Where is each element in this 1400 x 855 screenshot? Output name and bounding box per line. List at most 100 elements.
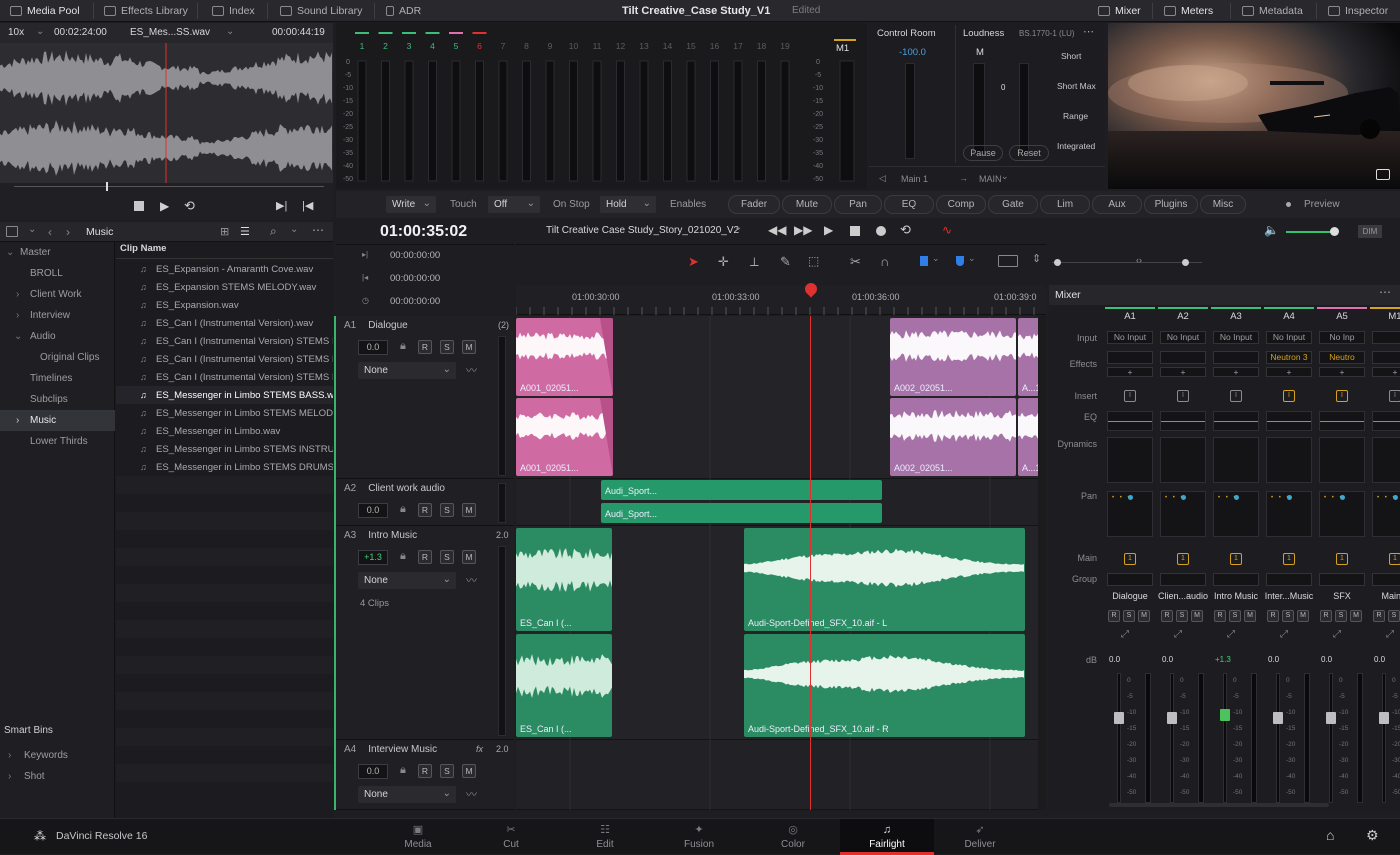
track-eq-select[interactable]: None ⌄ [358, 362, 456, 379]
tab-inspector[interactable]: Inspector [1328, 0, 1388, 22]
record-icon[interactable] [876, 226, 886, 236]
fader-track[interactable] [1382, 673, 1386, 803]
dynamics-graph[interactable] [1372, 437, 1400, 483]
audio-clip-a1-left-top[interactable]: A001_02051... [516, 318, 613, 396]
automation-icon[interactable]: 〰 [466, 362, 477, 378]
tab-mixer[interactable]: Mixer [1098, 0, 1141, 22]
insert-toggle[interactable]: I [1283, 390, 1295, 402]
on-stop-select[interactable]: Hold ⌄ [600, 196, 656, 213]
eq-graph[interactable] [1107, 411, 1153, 431]
pan-graph[interactable]: • • • [1319, 491, 1365, 537]
zoom-slider[interactable] [1052, 262, 1202, 263]
loop-icon[interactable]: ⟲ [184, 198, 195, 214]
pan-graph[interactable]: • • • [1266, 491, 1312, 537]
more-options-icon[interactable]: ⋯ [1379, 285, 1391, 299]
mute-button[interactable]: M [462, 764, 476, 778]
dynamics-graph[interactable] [1213, 437, 1259, 483]
list-item[interactable]: ♫ ES_Messenger in Limbo.wav [116, 422, 333, 440]
pan-graph[interactable]: • • • [1107, 491, 1153, 537]
prev-frame-icon[interactable]: |◀ [302, 199, 313, 212]
forward-icon[interactable]: › [66, 225, 70, 239]
record-arm-button[interactable]: R [418, 550, 432, 564]
touch-select[interactable]: Off ⌄ [488, 196, 540, 213]
solo-button[interactable]: S [1176, 610, 1188, 622]
fader-knob[interactable] [1114, 712, 1124, 724]
search-icon[interactable]: ⌕ [270, 224, 277, 239]
fader-track[interactable] [1276, 673, 1280, 803]
smart-bin-shot[interactable]: › Shot [0, 766, 115, 787]
track-volume[interactable]: 0.0 [358, 503, 388, 518]
audio-clip-a1-right-bottom[interactable]: A002_02051... [890, 398, 1016, 476]
source-clip-name[interactable]: ES_Mes...SS.wav [130, 27, 210, 38]
channel-input-select[interactable] [1372, 331, 1400, 344]
stepper-icon[interactable]: ⇕ [1032, 252, 1041, 265]
solo-button[interactable]: S [440, 764, 454, 778]
fast-forward-icon[interactable]: ▶▶ [794, 223, 812, 237]
add-effect-button[interactable]: + [1319, 367, 1365, 377]
dim-button[interactable]: DIM [1358, 225, 1382, 238]
list-view-icon[interactable]: ☰ [240, 225, 250, 238]
eq-graph[interactable] [1213, 411, 1259, 431]
flag-icon[interactable] [920, 256, 928, 266]
pan-graph[interactable]: • • • [1160, 491, 1206, 537]
lock-icon[interactable]: 🔒︎ [400, 764, 406, 777]
group-slot[interactable] [1107, 573, 1153, 586]
loop-icon[interactable]: ⟲ [900, 222, 911, 238]
fader-knob[interactable] [1326, 712, 1336, 724]
list-item[interactable]: ♫ ES_Messenger in Limbo STEMS MELODY... [116, 404, 333, 422]
lock-icon[interactable]: 🔒︎ [400, 550, 406, 563]
automation-icon[interactable]: ⤢ [1121, 629, 1129, 640]
bin-lower-thirds[interactable]: Lower Thirds [0, 431, 115, 452]
pen-tool-icon[interactable]: ✎ [780, 254, 791, 270]
fader-track[interactable] [1329, 673, 1333, 803]
timeline-tracks[interactable]: A001_02051... A001_02051... A002_02051..… [516, 316, 1046, 810]
main-bus-assign[interactable]: 1 [1177, 553, 1189, 565]
solo-button[interactable]: S [1123, 610, 1135, 622]
page-deliver[interactable]: ➶ Deliver [940, 819, 1020, 855]
audio-clip-a2-bottom[interactable]: Audi_Sport... [601, 503, 882, 523]
track-eq-select[interactable]: None ⌄ [358, 786, 456, 803]
tab-meters[interactable]: Meters [1164, 0, 1213, 22]
page-fusion[interactable]: ✦ Fusion [659, 819, 739, 855]
group-slot[interactable] [1372, 573, 1400, 586]
record-arm-button[interactable]: R [418, 764, 432, 778]
enable-aux-button[interactable]: Aux [1092, 195, 1142, 214]
channel-effect-slot[interactable]: Neutro [1319, 351, 1365, 364]
track-height-icon[interactable] [998, 255, 1018, 267]
play-icon[interactable]: ▶ [824, 223, 833, 237]
eq-graph[interactable] [1319, 411, 1365, 431]
automation-icon[interactable]: ⤢ [1227, 629, 1235, 640]
channel-input-select[interactable]: No Inp [1319, 331, 1365, 344]
mute-button[interactable]: M [1191, 610, 1203, 622]
pan-graph[interactable]: • • • [1372, 491, 1400, 537]
solo-button[interactable]: S [1388, 610, 1400, 622]
fader-knob[interactable] [1220, 709, 1230, 722]
group-slot[interactable] [1266, 573, 1312, 586]
list-item[interactable]: ♫ ES_Expansion.wav [116, 296, 333, 314]
fader-track[interactable] [1223, 673, 1227, 803]
column-header-clip-name[interactable]: Clip Name [120, 243, 166, 254]
dynamics-graph[interactable] [1319, 437, 1365, 483]
main-bus-assign[interactable]: 1 [1389, 553, 1400, 565]
page-media[interactable]: ▣ Media [378, 819, 458, 855]
solo-button[interactable]: S [1282, 610, 1294, 622]
automation-icon[interactable]: 〰 [466, 572, 477, 588]
add-effect-button[interactable]: + [1213, 367, 1259, 377]
snap-magnet-icon[interactable]: ∩ [880, 254, 889, 269]
insert-toggle[interactable]: I [1177, 390, 1189, 402]
tab-index[interactable]: Index [212, 0, 255, 22]
automation-icon[interactable]: ⤢ [1386, 629, 1394, 640]
solo-button[interactable]: S [440, 503, 454, 517]
page-color[interactable]: ◎ Color [753, 819, 833, 855]
rewind-icon[interactable]: ◀◀ [768, 223, 786, 237]
audio-clip-a3-right-r[interactable]: Audi-Sport-Defined_SFX_10.aif - R [744, 634, 1025, 737]
record-arm-button[interactable]: R [1108, 610, 1120, 622]
enable-comp-button[interactable]: Comp [936, 195, 986, 214]
dynamics-graph[interactable] [1266, 437, 1312, 483]
control-room-bus[interactable]: MAIN [979, 174, 1002, 184]
mute-button[interactable]: M [462, 340, 476, 354]
smart-bin-keywords[interactable]: › Keywords [0, 745, 115, 766]
add-effect-button[interactable]: + [1266, 367, 1312, 377]
fader-knob[interactable] [1379, 712, 1389, 724]
channel-effect-slot[interactable] [1107, 351, 1153, 364]
